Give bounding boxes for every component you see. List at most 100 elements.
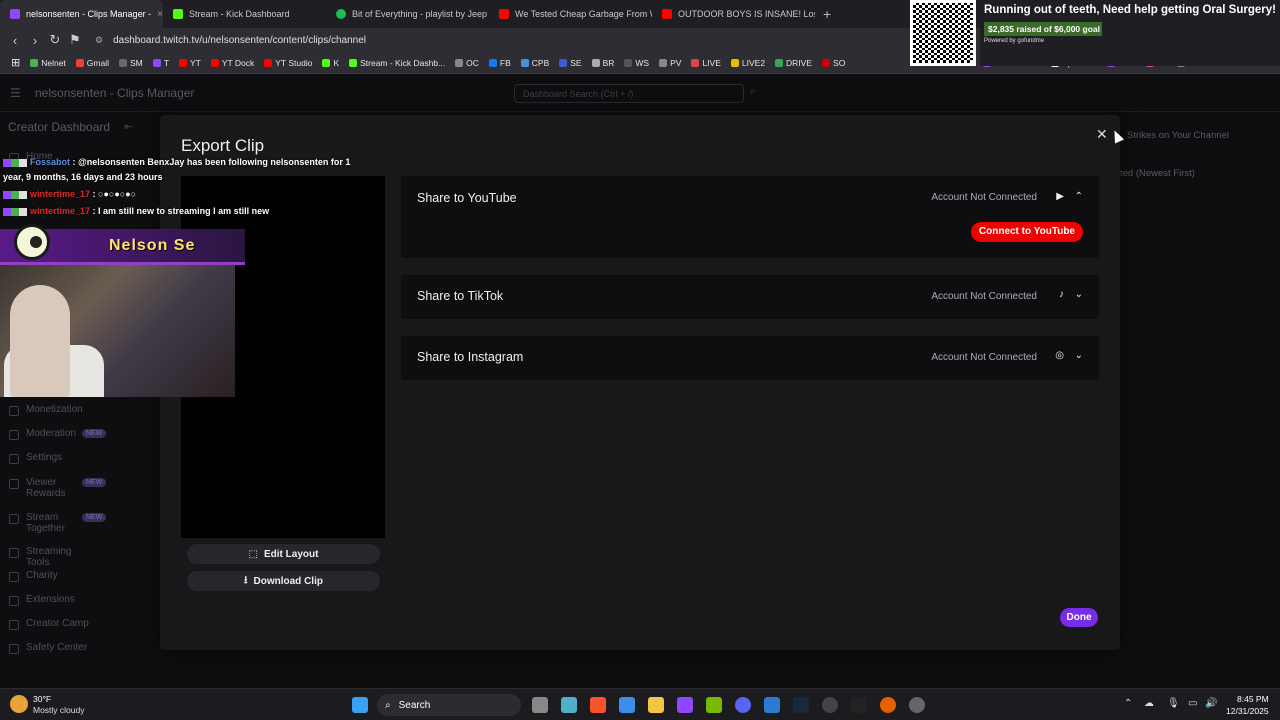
- twitch-app-icon[interactable]: [677, 697, 693, 713]
- sidebar-item-icon: [9, 596, 19, 606]
- tab-kick-dashboard[interactable]: Stream - Kick Dashboard: [163, 0, 326, 28]
- sidebar-item[interactable]: Monetization: [26, 404, 96, 415]
- obs-icon[interactable]: [822, 697, 838, 713]
- dashboard-search-input[interactable]: Dashboard Search (Ctrl + /): [514, 84, 744, 103]
- bookmark-item[interactable]: YT: [174, 58, 206, 68]
- copilot-icon[interactable]: [561, 697, 577, 713]
- chevron-down-icon[interactable]: ⌄: [1075, 289, 1083, 300]
- chevron-up-icon[interactable]: ⌃: [1075, 191, 1083, 202]
- bookmark-icon[interactable]: ⚑: [65, 32, 85, 48]
- task-view-icon[interactable]: [532, 697, 548, 713]
- nvidia-icon[interactable]: [706, 697, 722, 713]
- microphone-icon[interactable]: 🎙: [1167, 698, 1180, 709]
- sort-filter[interactable]: ted (Newest First): [1120, 168, 1195, 179]
- bookmark-item[interactable]: SO: [817, 58, 850, 68]
- tab-youtube-video-1[interactable]: We Tested Cheap Garbage From Wis: [489, 0, 652, 28]
- epic-games-icon[interactable]: [851, 697, 867, 713]
- reload-icon[interactable]: ↻: [45, 32, 65, 48]
- dashboard-header: ☰ nelsonsenten - Clips Manager Dashboard…: [0, 74, 1280, 112]
- share-instagram-card[interactable]: Share to Instagram Account Not Connected…: [401, 336, 1099, 380]
- sidebar-item[interactable]: Charity: [26, 570, 96, 581]
- bookmark-item[interactable]: PV: [654, 58, 686, 68]
- bookmark-item[interactable]: T: [148, 58, 174, 68]
- edit-layout-button[interactable]: ⬚ Edit Layout: [187, 544, 380, 564]
- search-icon: ⌕: [385, 699, 391, 711]
- bookmark-favicon-icon: [624, 58, 633, 67]
- weather-icon[interactable]: [10, 695, 28, 713]
- bookmark-favicon-icon: [520, 58, 529, 67]
- volume-icon[interactable]: 🔊: [1205, 698, 1217, 709]
- taskbar-search[interactable]: ⌕ Search: [377, 694, 521, 716]
- bookmark-item[interactable]: Nelnet: [25, 58, 71, 68]
- instagram-status: Account Not Connected: [931, 352, 1037, 363]
- clock-time[interactable]: 8:45 PM: [1237, 694, 1269, 704]
- download-clip-button[interactable]: ⭳ Download Clip: [187, 571, 380, 591]
- bookmark-item[interactable]: SE: [554, 58, 586, 68]
- chat-badges-icon: [3, 207, 27, 216]
- connect-youtube-button[interactable]: Connect to YouTube: [970, 222, 1083, 242]
- bookmark-item[interactable]: OC: [450, 58, 484, 68]
- notepad-icon[interactable]: [619, 697, 635, 713]
- forward-icon[interactable]: ›: [25, 33, 45, 48]
- windows-start-icon[interactable]: [352, 697, 368, 713]
- file-explorer-icon[interactable]: [648, 697, 664, 713]
- bookmark-item[interactable]: LIVE: [686, 58, 725, 68]
- bookmark-item[interactable]: YT Studio: [259, 58, 317, 68]
- tab-spotify-playlist[interactable]: Bit of Everything - playlist by Jeep W: [326, 0, 489, 28]
- chevron-down-icon[interactable]: ⌄: [1075, 350, 1083, 361]
- brave-browser-icon[interactable]: [590, 697, 606, 713]
- weather-description[interactable]: Mostly cloudy: [33, 705, 85, 715]
- kick-icon: [173, 9, 183, 19]
- sidebar-item[interactable]: Creator Camp: [26, 618, 96, 629]
- close-icon[interactable]: ✕: [1096, 126, 1108, 143]
- bookmark-favicon-icon: [730, 58, 739, 67]
- bookmark-item[interactable]: Gmail: [71, 58, 114, 68]
- network-icon[interactable]: ▭: [1188, 698, 1197, 709]
- sidebar-item[interactable]: Settings: [26, 452, 96, 463]
- url-field[interactable]: dashboard.twitch.tv/u/nelsonsenten/conte…: [113, 35, 366, 46]
- bookmark-item[interactable]: DRIVE: [770, 58, 817, 68]
- done-button[interactable]: Done: [1060, 608, 1098, 627]
- menu-icon[interactable]: ☰: [10, 86, 21, 100]
- bookmark-item[interactable]: CPB: [516, 58, 554, 68]
- site-info-icon[interactable]: ⚙: [95, 35, 103, 46]
- bookmark-item[interactable]: SM: [114, 58, 148, 68]
- firefox-icon[interactable]: [880, 697, 896, 713]
- steam-icon[interactable]: [793, 697, 809, 713]
- bookmark-item[interactable]: FB: [484, 58, 516, 68]
- bookmark-item[interactable]: YT Dock: [206, 58, 259, 68]
- search-icon[interactable]: ⌕: [750, 85, 756, 98]
- clock-date[interactable]: 12/31/2025: [1226, 706, 1269, 716]
- onedrive-icon[interactable]: ☁: [1144, 698, 1154, 709]
- weather-temperature[interactable]: 30°F: [33, 694, 51, 704]
- discord-icon[interactable]: [735, 697, 751, 713]
- bookmark-item[interactable]: BR: [587, 58, 620, 68]
- sidebar-item[interactable]: Streaming Tools: [26, 546, 96, 568]
- back-icon[interactable]: ‹: [5, 33, 25, 48]
- tab-youtube-video-2[interactable]: OUTDOOR BOYS IS INSANE! LosPoli: [652, 0, 815, 28]
- edge-icon[interactable]: [764, 697, 780, 713]
- donation-powered-by: Powered by gofundme: [984, 38, 1045, 44]
- tab-clips-manager[interactable]: nelsonsenten - Clips Manager - ×: [0, 0, 163, 28]
- sidebar-item[interactable]: Extensions: [26, 594, 96, 605]
- donation-title: Running out of teeth, Need help getting …: [984, 4, 1276, 16]
- share-instagram-label: Share to Instagram: [417, 350, 524, 364]
- strikes-filter[interactable]: Strikes on Your Channel: [1127, 130, 1229, 141]
- new-badge: NEW: [82, 429, 107, 438]
- bookmark-item[interactable]: K: [317, 58, 344, 68]
- download-icon: ⭳: [244, 574, 248, 586]
- share-youtube-label: Share to YouTube: [417, 191, 517, 205]
- bookmark-favicon-icon: [119, 58, 127, 67]
- creator-dashboard-label: Creator Dashboard: [8, 120, 111, 134]
- new-tab-button[interactable]: +: [815, 6, 839, 22]
- sidebar-item[interactable]: Safety Center: [26, 642, 96, 653]
- apps-grid-icon[interactable]: ⊞: [6, 56, 25, 69]
- bookmark-item[interactable]: Stream - Kick Dashb...: [344, 58, 450, 68]
- streamdeck-icon[interactable]: [909, 697, 925, 713]
- bookmark-item[interactable]: LIVE2: [726, 58, 770, 68]
- tray-overflow-icon[interactable]: ⌃: [1124, 698, 1132, 709]
- youtube-icon: [662, 9, 672, 19]
- share-tiktok-card[interactable]: Share to TikTok Account Not Connected ♪ …: [401, 275, 1099, 319]
- bookmark-item[interactable]: WS: [619, 58, 654, 68]
- collapse-sidebar-icon[interactable]: ⇤: [124, 120, 133, 133]
